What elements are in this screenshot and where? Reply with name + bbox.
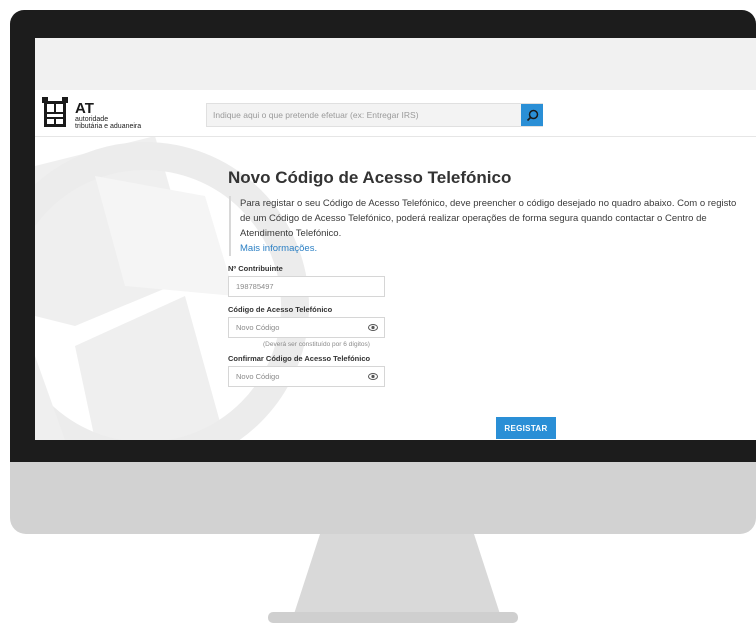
eye-icon[interactable] xyxy=(368,323,378,332)
search-icon xyxy=(526,109,538,121)
code-field-wrapper xyxy=(228,317,385,338)
eye-icon[interactable] xyxy=(368,372,378,381)
monitor-chin xyxy=(10,462,756,534)
page-title: Novo Código de Acesso Telefónico xyxy=(228,168,512,187)
page-description: Para registar o seu Código de Acesso Tel… xyxy=(229,196,740,256)
search-bar xyxy=(206,103,543,127)
confirm-code-field[interactable] xyxy=(229,367,359,386)
nif-field[interactable] xyxy=(229,277,359,296)
confirm-field-wrapper xyxy=(228,366,385,387)
register-button[interactable]: REGISTAR xyxy=(496,417,556,439)
at-logo[interactable]: AT autoridade tributária e aduaneira xyxy=(42,96,182,132)
monitor-stand xyxy=(268,534,518,623)
description-text: Para registar o seu Código de Acesso Tel… xyxy=(240,198,737,239)
search-input[interactable] xyxy=(207,104,507,126)
shield-logo-icon xyxy=(42,97,68,127)
main-content: Novo Código de Acesso Telefónico Para re… xyxy=(228,168,748,439)
logo-line-2: tributária e aduaneira xyxy=(75,123,142,130)
logo-mark: AT xyxy=(75,100,94,117)
nif-label: Nº Contribuinte xyxy=(228,264,283,273)
logo-line-1: autoridade xyxy=(75,116,109,123)
logo-subtitle: autoridade tributária e aduaneira xyxy=(75,116,175,130)
browser-screen: AT autoridade tributária e aduaneira Nov… xyxy=(35,38,756,440)
search-button[interactable] xyxy=(521,104,543,126)
site-header: AT autoridade tributária e aduaneira xyxy=(35,90,756,137)
code-label: Código de Acesso Telefónico xyxy=(228,305,333,314)
browser-top-strip xyxy=(35,38,756,90)
more-info-link[interactable]: Mais informações. xyxy=(240,241,740,256)
code-hint: (Deverá ser constituído por 6 dígitos) xyxy=(263,341,370,348)
code-field[interactable] xyxy=(229,318,359,337)
nif-field-wrapper xyxy=(228,276,385,297)
confirm-label: Confirmar Código de Acesso Telefónico xyxy=(228,354,371,363)
